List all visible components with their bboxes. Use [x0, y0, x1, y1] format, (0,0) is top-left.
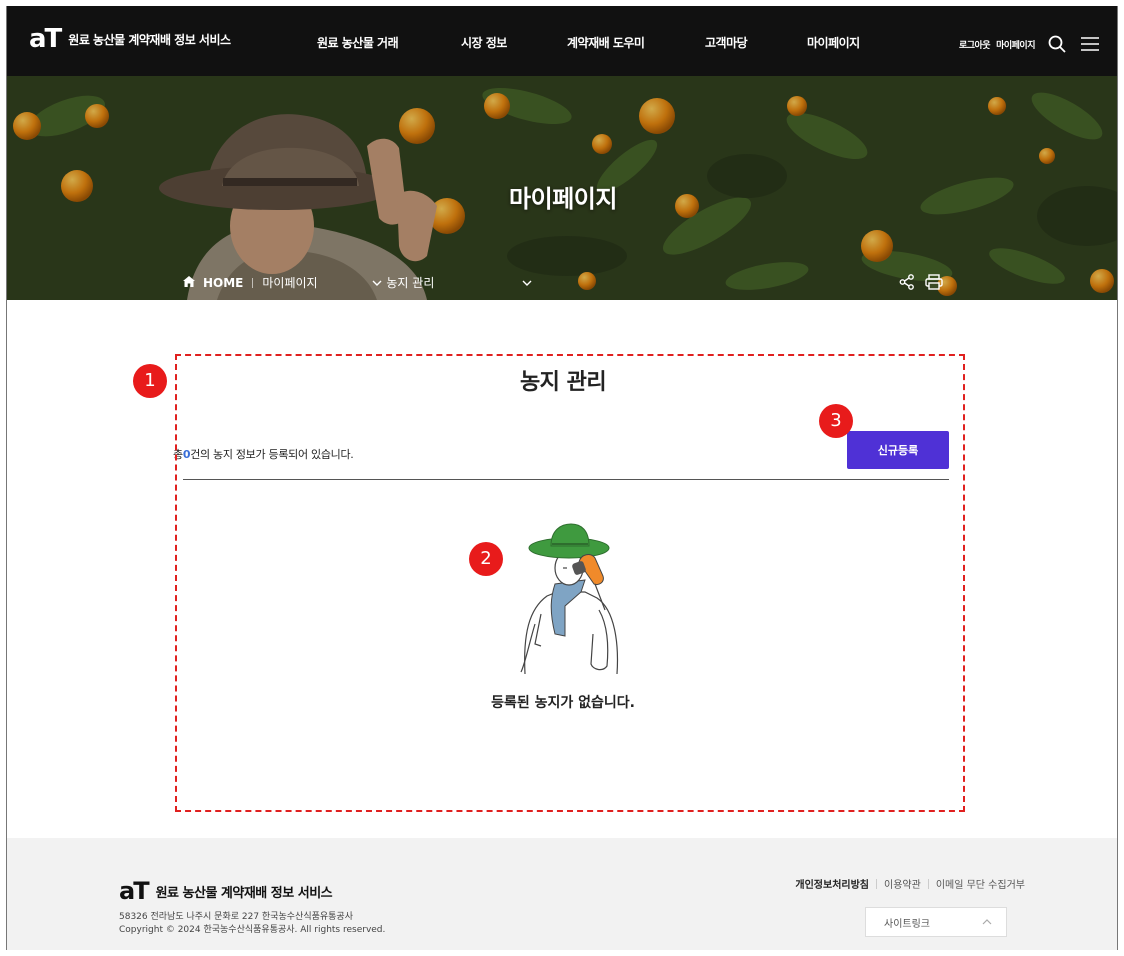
chevron-down-icon: [372, 276, 382, 290]
site-logo[interactable]: aT 원료 농산물 계약재배 정보 서비스: [29, 26, 231, 52]
footer-links: 개인정보처리방침 이용약관 이메일 무단 수집거부: [795, 876, 1025, 891]
breadcrumb-home[interactable]: HOME: [183, 275, 244, 290]
header-utils: 로그아웃 마이페이지: [959, 34, 1101, 54]
breadcrumb-level1[interactable]: 마이페이지: [262, 274, 372, 291]
breadcrumb-level2: 농지 관리: [386, 276, 435, 290]
sitelink-select-label: 사이트링크: [884, 918, 930, 930]
mypage-link[interactable]: 마이페이지: [996, 38, 1035, 51]
footer-link-email-refusal[interactable]: 이메일 무단 수집거부: [936, 876, 1025, 891]
annotation-badge-1: 1: [133, 364, 167, 398]
share-icon[interactable]: [899, 274, 915, 294]
logout-link[interactable]: 로그아웃: [959, 38, 991, 51]
site-footer: aT 원료 농산물 계약재배 정보 서비스 58326 전라남도 나주시 문화로…: [7, 838, 1117, 950]
footer-link-terms[interactable]: 이용약관: [884, 876, 921, 891]
nav-item-trade[interactable]: 원료 농산물 거래: [317, 34, 399, 51]
logo-mark: aT: [29, 24, 62, 54]
footer-logo-text: 원료 농산물 계약재배 정보 서비스: [155, 885, 333, 901]
footer-address: 58326 전라남도 나주시 문화로 227 한국농수산식품유통공사: [119, 912, 353, 922]
footer-logo: aT 원료 농산물 계약재배 정보 서비스: [119, 877, 333, 905]
home-icon: [183, 275, 195, 290]
footer-copyright: Copyright © 2024 한국농수산식품유통공사. All rights…: [119, 925, 386, 935]
breadcrumb-separator: [252, 277, 254, 288]
sitelink-select[interactable]: 사이트링크: [865, 907, 1007, 937]
nav-item-mypage[interactable]: 마이페이지: [807, 34, 860, 51]
footer-link-separator: [876, 878, 878, 889]
breadcrumb-home-label: HOME: [203, 275, 244, 290]
nav-item-market[interactable]: 시장 정보: [461, 34, 507, 51]
breadcrumb-level2-dropdown[interactable]: 농지 관리: [372, 274, 522, 291]
annotation-badge-3: 3: [819, 404, 853, 438]
hero-title: 마이페이지: [509, 185, 617, 213]
footer-address-block: 58326 전라남도 나주시 문화로 227 한국농수산식품유통공사 Copyr…: [119, 911, 385, 937]
footer-link-separator: [927, 878, 929, 889]
annotation-badge-2: 2: [469, 542, 503, 576]
nav-item-customer[interactable]: 고객마당: [705, 34, 748, 51]
chevron-down-icon[interactable]: [522, 276, 532, 290]
menu-icon[interactable]: [1079, 34, 1101, 54]
hero-banner: 마이페이지 HOME 마이페이지 농지 관리: [7, 76, 1117, 300]
search-icon[interactable]: [1047, 34, 1067, 54]
logo-text: 원료 농산물 계약재배 정보 서비스: [68, 32, 231, 47]
footer-link-privacy[interactable]: 개인정보처리방침: [795, 876, 869, 891]
chevron-up-icon: [982, 917, 992, 928]
top-header: aT 원료 농산물 계약재배 정보 서비스 원료 농산물 거래 시장 정보 계약…: [7, 6, 1117, 76]
nav-item-helper[interactable]: 계약재배 도우미: [567, 34, 645, 51]
footer-logo-mark: aT: [119, 877, 150, 905]
print-icon[interactable]: [925, 274, 943, 294]
page-frame: aT 원료 농산물 계약재배 정보 서비스 원료 농산물 거래 시장 정보 계약…: [6, 6, 1118, 950]
hero-tools: [899, 274, 943, 294]
breadcrumb: HOME 마이페이지 농지 관리: [183, 274, 532, 291]
